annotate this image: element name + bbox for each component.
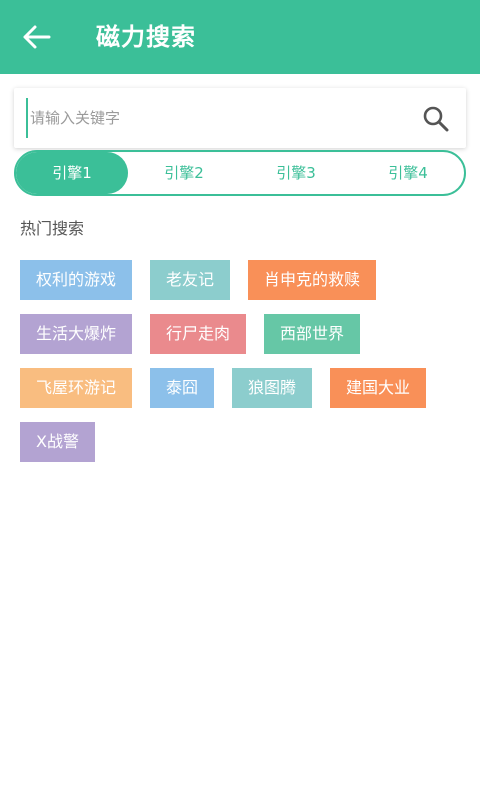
hot-tag[interactable]: 狼图腾 <box>232 368 313 408</box>
hot-tag[interactable]: 泰囧 <box>150 368 215 408</box>
hot-tag[interactable]: 权利的游戏 <box>20 260 133 300</box>
app-bar: 磁力搜索 <box>0 0 480 74</box>
hot-tag[interactable]: 生活大爆炸 <box>20 314 133 354</box>
magnifier-icon <box>423 106 449 132</box>
hot-tag[interactable]: 西部世界 <box>264 314 361 354</box>
hot-tag[interactable]: X战警 <box>20 422 95 462</box>
search-input[interactable] <box>26 98 406 138</box>
back-button[interactable] <box>18 19 54 55</box>
search-bar <box>14 88 466 148</box>
hot-tag[interactable]: 建国大业 <box>330 368 427 408</box>
engine-tab-2[interactable]: 引擎2 <box>128 152 240 194</box>
engine-tab-1[interactable]: 引擎1 <box>16 152 128 194</box>
engine-tabs: 引擎1 引擎2 引擎3 引擎4 <box>14 150 466 196</box>
engine-tab-4[interactable]: 引擎4 <box>352 152 464 194</box>
hot-tag[interactable]: 行尸走肉 <box>150 314 247 354</box>
hot-tag[interactable]: 老友记 <box>150 260 231 300</box>
hot-tag[interactable]: 飞屋环游记 <box>20 368 133 408</box>
arrow-left-icon <box>23 25 51 49</box>
search-button[interactable] <box>421 104 451 134</box>
page-title: 磁力搜索 <box>96 23 196 51</box>
engine-tab-3[interactable]: 引擎3 <box>240 152 352 194</box>
hot-tag[interactable]: 肖申克的救赎 <box>248 260 377 300</box>
hot-search-tags: 权利的游戏 老友记 肖申克的救赎生活大爆炸 行尸走肉 西部世界飞屋环游记 泰囧 狼图腾 建国大… <box>20 260 466 476</box>
hot-search-title: 热门搜索 <box>20 219 85 238</box>
